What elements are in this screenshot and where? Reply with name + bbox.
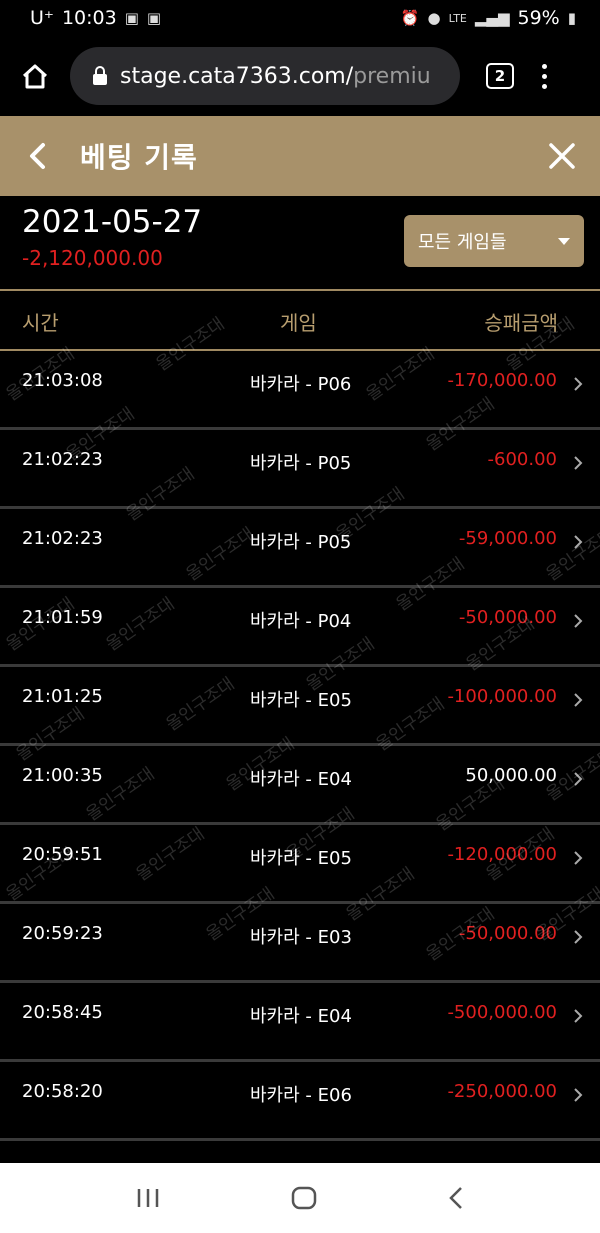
table-row[interactable]: 21:03:08 바카라 - P06 -170,000.00	[0, 351, 600, 430]
row-game: 바카라 - E04	[250, 1006, 352, 1027]
clock: 10:03	[61, 7, 117, 29]
table-row[interactable]: 21:01:25 바카라 - E05 -100,000.00	[0, 667, 600, 746]
alarm-icon: ⏰	[400, 9, 420, 27]
column-header-time: 시간	[22, 311, 59, 335]
browser-toolbar: stage.cata7363.com/premiu 2	[0, 36, 600, 116]
row-amount: -59,000.00	[458, 528, 557, 549]
row-amount: -50,000.00	[458, 607, 557, 628]
caret-down-icon	[558, 237, 570, 245]
row-game: 바카라 - P05	[250, 532, 352, 553]
chevron-left-icon	[30, 143, 45, 169]
row-time: 21:01:25	[22, 686, 103, 707]
status-bar: U⁺ 10:03 ▣ ▣ ⏰ ● LTE ▂▄▆ 59% ▮	[0, 0, 600, 36]
table-row[interactable]: 21:00:35 바카라 - E04 50,000.00	[0, 746, 600, 825]
table-row[interactable]: 21:01:59 바카라 - P04 -50,000.00	[0, 588, 600, 667]
row-time: 21:02:23	[22, 449, 103, 470]
game-filter-label: 모든 게임들	[418, 232, 507, 253]
page-title: 베팅 기록	[80, 141, 198, 174]
row-time: 20:58:45	[22, 1002, 103, 1023]
back-button[interactable]	[0, 116, 70, 196]
chevron-right-icon	[574, 1088, 583, 1102]
location-icon: ●	[427, 9, 441, 27]
chevron-right-icon	[574, 1009, 583, 1023]
row-game: 바카라 - E03	[250, 927, 352, 948]
row-time: 21:01:59	[22, 607, 103, 628]
signal-icon: ▂▄▆	[474, 9, 510, 27]
row-game: 바카라 - P05	[250, 453, 352, 474]
table-row[interactable]: 20:58:20 바카라 - E06 -250,000.00	[0, 1062, 600, 1141]
dot-icon	[542, 83, 547, 89]
row-amount: -170,000.00	[447, 370, 557, 391]
game-filter-dropdown[interactable]: 모든 게임들	[404, 215, 584, 267]
table-row[interactable]: 21:02:23 바카라 - P05 -59,000.00	[0, 509, 600, 588]
row-amount: -600.00	[487, 449, 557, 470]
column-header-game: 게임	[280, 311, 317, 335]
row-amount: -250,000.00	[447, 1081, 557, 1102]
chevron-right-icon	[574, 693, 583, 707]
table-row[interactable]: 20:59:23 바카라 - E03 -50,000.00	[0, 904, 600, 983]
table-header: 시간 게임 승패금액	[0, 291, 600, 351]
notification-icon-2: ▣	[146, 9, 162, 27]
row-game: 바카라 - E05	[250, 690, 352, 711]
url-domain: stage.cata7363.com/	[120, 63, 354, 89]
address-bar[interactable]: stage.cata7363.com/premiu	[70, 47, 460, 105]
total-amount: -2,120,000.00	[22, 246, 163, 270]
row-game: 바카라 - P04	[250, 611, 352, 632]
chevron-right-icon	[574, 456, 583, 470]
chevron-right-icon	[574, 772, 583, 786]
chevron-right-icon	[574, 614, 583, 628]
table-row[interactable]: 20:58:45 바카라 - E04 -500,000.00	[0, 983, 600, 1062]
battery-level: 59%	[517, 7, 560, 29]
url-path: premiu	[353, 63, 431, 89]
row-game: 바카라 - P06	[250, 374, 352, 395]
battery-icon: ▮	[567, 9, 576, 27]
bet-history-list: 21:03:08 바카라 - P06 -170,000.00 21:02:23 …	[0, 351, 600, 1141]
chevron-right-icon	[574, 377, 583, 391]
chevron-right-icon	[574, 930, 583, 944]
row-time: 21:03:08	[22, 370, 103, 391]
back-nav-button[interactable]	[448, 1186, 464, 1210]
row-time: 21:00:35	[22, 765, 103, 786]
dot-icon	[542, 63, 547, 69]
summary-section: 2021-05-27 -2,120,000.00 모든 게임들	[0, 196, 600, 291]
column-header-amount: 승패금액	[484, 311, 558, 335]
row-time: 20:58:20	[22, 1081, 103, 1102]
row-amount: -100,000.00	[447, 686, 557, 707]
table-row[interactable]: 20:59:51 바카라 - E05 -120,000.00	[0, 825, 600, 904]
home-icon	[22, 64, 48, 89]
row-amount: -500,000.00	[447, 1002, 557, 1023]
row-amount: 50,000.00	[465, 765, 557, 786]
close-button[interactable]	[548, 142, 576, 170]
selected-date[interactable]: 2021-05-27	[22, 204, 202, 240]
row-time: 21:02:23	[22, 528, 103, 549]
tab-switcher-button[interactable]: 2	[486, 63, 514, 89]
dot-icon	[542, 73, 547, 79]
row-game: 바카라 - E05	[250, 848, 352, 869]
system-nav-bar	[0, 1163, 600, 1233]
recent-apps-button[interactable]	[136, 1187, 160, 1209]
home-nav-button[interactable]	[291, 1186, 317, 1210]
lock-icon	[93, 66, 107, 85]
table-row[interactable]: 21:02:23 바카라 - P05 -600.00	[0, 430, 600, 509]
overflow-menu-button[interactable]	[542, 63, 547, 89]
row-game: 바카라 - E06	[250, 1085, 352, 1106]
row-time: 20:59:51	[22, 844, 103, 865]
chevron-right-icon	[574, 535, 583, 549]
carrier-label: U⁺	[30, 7, 54, 29]
lte-icon: LTE	[448, 11, 467, 25]
row-time: 20:59:23	[22, 923, 103, 944]
row-amount: -50,000.00	[458, 923, 557, 944]
home-button[interactable]	[0, 36, 70, 116]
notification-icon: ▣	[124, 9, 139, 27]
url-text: stage.cata7363.com/premiu	[120, 64, 431, 89]
chevron-right-icon	[574, 851, 583, 865]
row-game: 바카라 - E04	[250, 769, 352, 790]
row-amount: -120,000.00	[447, 844, 557, 865]
page-header: 베팅 기록	[0, 116, 600, 196]
